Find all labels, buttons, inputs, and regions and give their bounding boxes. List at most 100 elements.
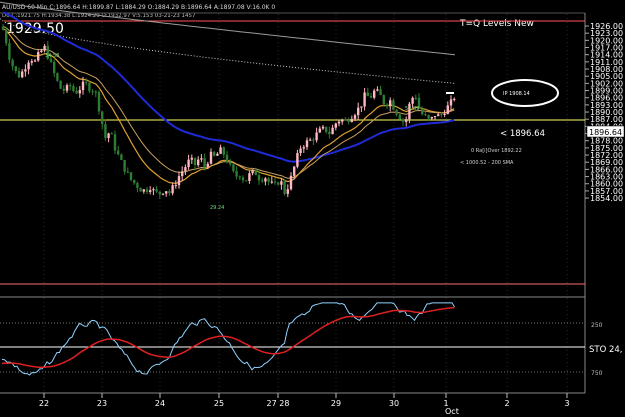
candle-body — [145, 189, 149, 192]
candle-body — [376, 89, 379, 91]
candle-body — [33, 60, 37, 62]
sto-label: STO 24, — [589, 345, 623, 355]
candle-body — [101, 111, 104, 125]
candle-body — [363, 92, 366, 107]
candle-body — [88, 82, 91, 92]
candle-body — [321, 126, 325, 129]
candle-body — [395, 109, 398, 115]
candle-body — [238, 176, 241, 178]
candle-body — [94, 91, 97, 93]
candle-body — [49, 58, 53, 62]
candle-body — [232, 164, 235, 171]
candle-body — [360, 106, 363, 108]
time-tick-label: 27 28 — [267, 399, 290, 408]
candle-body — [216, 153, 219, 156]
ellipse-label: IP 1908.14 — [503, 91, 530, 97]
candle-body — [350, 118, 353, 122]
candle-body — [421, 108, 424, 115]
candle-body — [37, 52, 40, 61]
candle-body — [197, 159, 200, 166]
time-tick-label: 22 — [39, 399, 49, 408]
price-arrow-label: < 1896.64 — [500, 129, 545, 139]
candle-body — [158, 191, 161, 195]
candle-body — [453, 98, 456, 100]
time-tick-label: 30 — [389, 399, 399, 408]
candle-body — [261, 180, 264, 182]
candle-body — [245, 180, 248, 182]
peak-label-2: 29.24 — [210, 205, 224, 211]
candle-body — [209, 151, 213, 164]
candle-body — [107, 133, 110, 139]
candle-body — [129, 172, 133, 180]
candle-body — [305, 140, 309, 148]
candle-body — [149, 190, 152, 192]
candle-body — [379, 89, 382, 96]
candle-body — [168, 191, 171, 194]
time-tick-label: 25 — [214, 399, 224, 408]
candle-body — [270, 181, 273, 183]
candle-body — [334, 123, 337, 128]
candle-body — [123, 159, 126, 172]
candle-body — [139, 188, 142, 192]
candle-body — [136, 183, 139, 189]
candle-body — [17, 70, 21, 78]
candle-body — [27, 62, 30, 70]
candle-body — [110, 133, 113, 135]
candle-body — [405, 119, 408, 122]
level-marker — [446, 92, 454, 94]
candle-body — [72, 86, 75, 92]
candle-body — [184, 167, 187, 172]
price-axis: 1926.001923.001920.001917.001914.001911.… — [585, 22, 623, 203]
candle-body — [289, 175, 293, 190]
candle-body — [257, 175, 261, 181]
candle-body — [325, 126, 328, 132]
candle-body — [65, 85, 69, 91]
candle-body — [299, 148, 302, 154]
candle-body — [56, 73, 59, 81]
candle-body — [174, 185, 177, 187]
candle-body — [430, 117, 433, 119]
candle-body — [120, 154, 123, 160]
candle-body — [427, 115, 430, 119]
candle-body — [190, 157, 193, 160]
candle-body — [293, 166, 296, 176]
candle-body — [267, 178, 270, 182]
candle-body — [8, 43, 11, 60]
candle-body — [286, 189, 289, 194]
candle-body — [382, 95, 385, 105]
candle-body — [366, 92, 369, 97]
candle-body — [69, 85, 72, 87]
candle-body — [283, 181, 286, 194]
candle-body — [328, 131, 331, 135]
candle-body — [171, 185, 174, 194]
time-tick-label: 29 — [331, 399, 341, 408]
candle-body — [373, 90, 376, 98]
candle-body — [398, 114, 401, 120]
candle-body — [318, 128, 321, 133]
candle-body — [414, 97, 417, 99]
candle-body — [161, 193, 165, 195]
candle-body — [235, 170, 238, 177]
candle-body — [315, 132, 318, 141]
candle-body — [344, 119, 347, 121]
candle-body — [181, 171, 184, 177]
candle-body — [331, 127, 334, 135]
candle-body — [392, 100, 395, 110]
header-info-line2: D0 C:1921.75 H:1934.38 L:1924.29 O:1932.… — [2, 13, 196, 19]
candle-body — [440, 114, 443, 116]
candle-body — [133, 179, 136, 184]
candle-body — [165, 191, 168, 194]
candle-body — [1, 26, 5, 30]
candle-body — [446, 105, 449, 114]
candle-body — [337, 121, 341, 124]
candle-body — [85, 81, 88, 83]
candle-body — [401, 119, 405, 122]
candle-body — [437, 114, 440, 117]
candle-body — [251, 169, 254, 174]
candle-body — [187, 159, 190, 168]
peak-label-3: 52.89 — [405, 106, 419, 112]
candle-body — [152, 189, 155, 191]
candle-body — [200, 158, 203, 160]
candle-body — [264, 178, 267, 182]
candle-body — [424, 114, 427, 116]
